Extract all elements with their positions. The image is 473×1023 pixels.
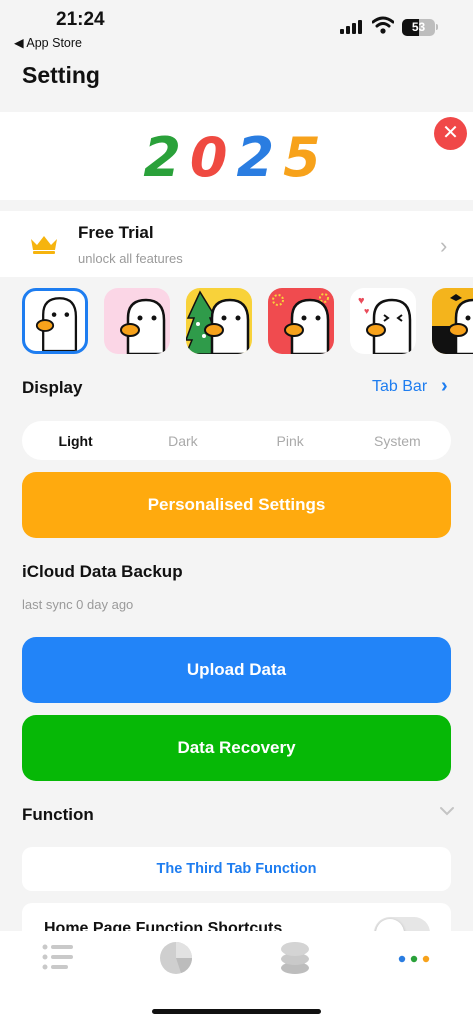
theme-option-light[interactable]: Light [22,433,129,449]
theme-segmented-control: Light Dark Pink System [22,421,451,460]
chevron-right-icon: › [440,233,448,258]
theme-option-system[interactable]: System [344,433,451,449]
duck-fireworks-icon [272,293,330,354]
list-icon[interactable] [42,943,74,971]
wifi-icon [372,16,394,34]
status-bar: 21:24 ◀ App Store 53 [0,0,473,54]
duck-icon [35,297,78,351]
duck-halloween-icon [432,294,473,354]
year-title: 2025 [0,126,473,189]
app-icon-halloween[interactable] [432,288,473,354]
app-icon-hearts[interactable]: ♥ ♥ [350,288,416,354]
third-tab-function-button[interactable]: The Third Tab Function [22,847,451,891]
more-dots-icon[interactable] [398,955,430,963]
chevron-down-icon[interactable] [438,805,456,817]
chevron-right-icon[interactable]: › [441,375,448,398]
theme-option-pink[interactable]: Pink [237,433,344,449]
data-recovery-button[interactable]: Data Recovery [22,715,451,781]
year-digit: 0 [189,126,237,189]
year-digit: 2 [236,126,284,189]
app-icon-christmas[interactable] [186,288,252,354]
battery-level: 53 [411,20,426,34]
app-icon-picker: ♥ ♥ [22,288,473,356]
upload-data-button[interactable]: Upload Data [22,637,451,703]
personalised-settings-button[interactable]: Personalised Settings [22,472,451,538]
free-trial-title: Free Trial [78,223,154,242]
app-icon-pink[interactable] [104,288,170,354]
year-digit: 5 [283,126,330,189]
app-icon-white[interactable] [22,288,88,354]
free-trial-subtitle: unlock all features [78,251,183,266]
display-label: Display [22,378,83,397]
cellular-signal-icon [340,20,362,34]
icloud-backup-title: iCloud Data Backup [22,562,183,581]
last-sync-text: last sync 0 day ago [22,597,134,612]
duck-icon [120,298,166,354]
free-trial-row[interactable]: Free Trial unlock all features › [0,211,473,277]
svg-text:♥: ♥ [364,306,369,316]
battery-icon: 53 [402,19,435,36]
duck-hearts-icon: ♥♥ [358,295,412,354]
database-icon[interactable] [280,941,310,975]
home-indicator [152,1009,321,1014]
theme-option-dark[interactable]: Dark [129,433,236,449]
function-label: Function [22,805,94,824]
back-to-app-store[interactable]: ◀ App Store [14,35,82,50]
page-title: Setting [22,62,100,88]
close-icon[interactable]: ✕ [434,117,467,150]
pie-chart-icon[interactable] [159,941,193,975]
app-icon-red[interactable] [268,288,334,354]
year-digit: 2 [143,126,190,189]
clock: 21:24 [56,9,105,30]
tab-bar-link[interactable]: Tab Bar [372,378,427,396]
year-banner[interactable]: 2025 ✕ [0,112,473,200]
crown-icon [31,236,57,254]
duck-christmas-icon [186,290,250,354]
